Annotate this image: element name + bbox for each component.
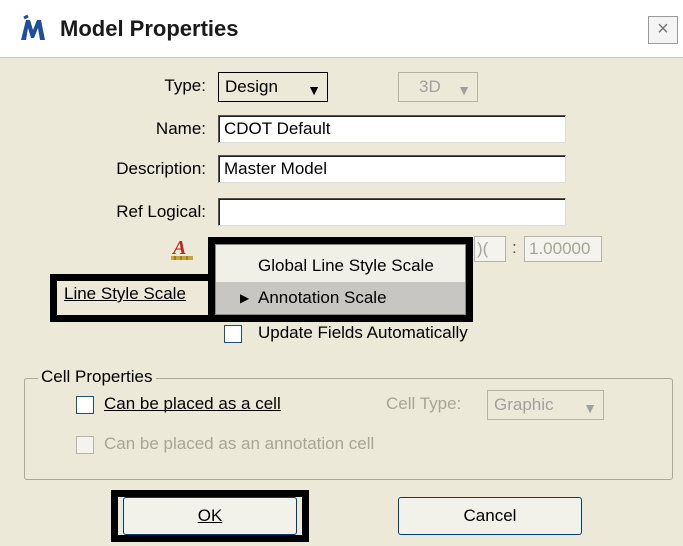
ok-button[interactable]: OK: [123, 497, 297, 535]
cell-type-dropdown: Graphic ▼: [487, 390, 604, 420]
cancel-button[interactable]: Cancel: [398, 497, 582, 535]
cell-type-value: Graphic: [494, 395, 554, 414]
description-field[interactable]: Master Model: [218, 155, 566, 183]
svg-text:A: A: [171, 237, 186, 259]
menu-selected-arrow-icon: ▶: [240, 291, 250, 305]
menu-item-global-line-style-scale[interactable]: Global Line Style Scale: [216, 250, 465, 282]
annotation-scale-field: )(: [474, 236, 506, 262]
name-field[interactable]: CDOT Default: [218, 115, 566, 143]
placed-as-annotation-cell-label: Can be placed as an annotation cell: [104, 434, 375, 453]
description-label: Description:: [116, 159, 206, 178]
close-button[interactable]: ×: [648, 16, 678, 44]
chevron-down-icon: ▼: [457, 82, 471, 98]
cell-type-label: Cell Type:: [386, 394, 462, 413]
ref-logical-field[interactable]: [218, 198, 566, 226]
menu-panel: Global Line Style Scale ▶ Annotation Sca…: [215, 244, 466, 315]
dimension-dropdown: 3D ▼: [398, 72, 478, 102]
line-style-scale-label[interactable]: Line Style Scale: [64, 284, 186, 304]
microstation-icon: [21, 14, 45, 40]
menu-item-label: Annotation Scale: [258, 288, 387, 307]
placed-as-cell-checkbox[interactable]: [76, 396, 94, 414]
title-bar: Model Properties ×: [0, 0, 683, 58]
model-properties-dialog: Model Properties × Type: Design ▼ 3D ▼ N…: [0, 0, 683, 546]
cell-properties-legend: Cell Properties: [38, 367, 156, 387]
type-label: Type:: [164, 76, 206, 95]
type-dropdown[interactable]: Design ▼: [218, 72, 328, 102]
update-fields-label: Update Fields Automatically: [258, 323, 468, 342]
update-fields-checkbox[interactable]: [224, 325, 242, 343]
placed-as-cell-label: Can be placed as a cell: [104, 394, 281, 413]
dimension-value: 3D: [419, 77, 441, 96]
annotation-scale-icon: A: [171, 237, 193, 260]
menu-item-label: Global Line Style Scale: [258, 256, 434, 275]
line-style-scale-menu: Global Line Style Scale ▶ Annotation Sca…: [208, 237, 473, 322]
window-title: Model Properties: [60, 16, 239, 41]
chevron-down-icon: ▼: [583, 400, 597, 416]
chevron-down-icon: ▼: [307, 82, 321, 98]
scale-ratio-field: 1.00000: [524, 236, 602, 262]
placed-as-annotation-cell-checkbox: [76, 436, 94, 454]
ref-logical-label: Ref Logical:: [116, 202, 206, 221]
type-value: Design: [225, 77, 278, 96]
menu-item-annotation-scale[interactable]: ▶ Annotation Scale: [216, 282, 465, 314]
name-label: Name:: [155, 119, 206, 138]
scale-colon: :: [512, 238, 517, 257]
